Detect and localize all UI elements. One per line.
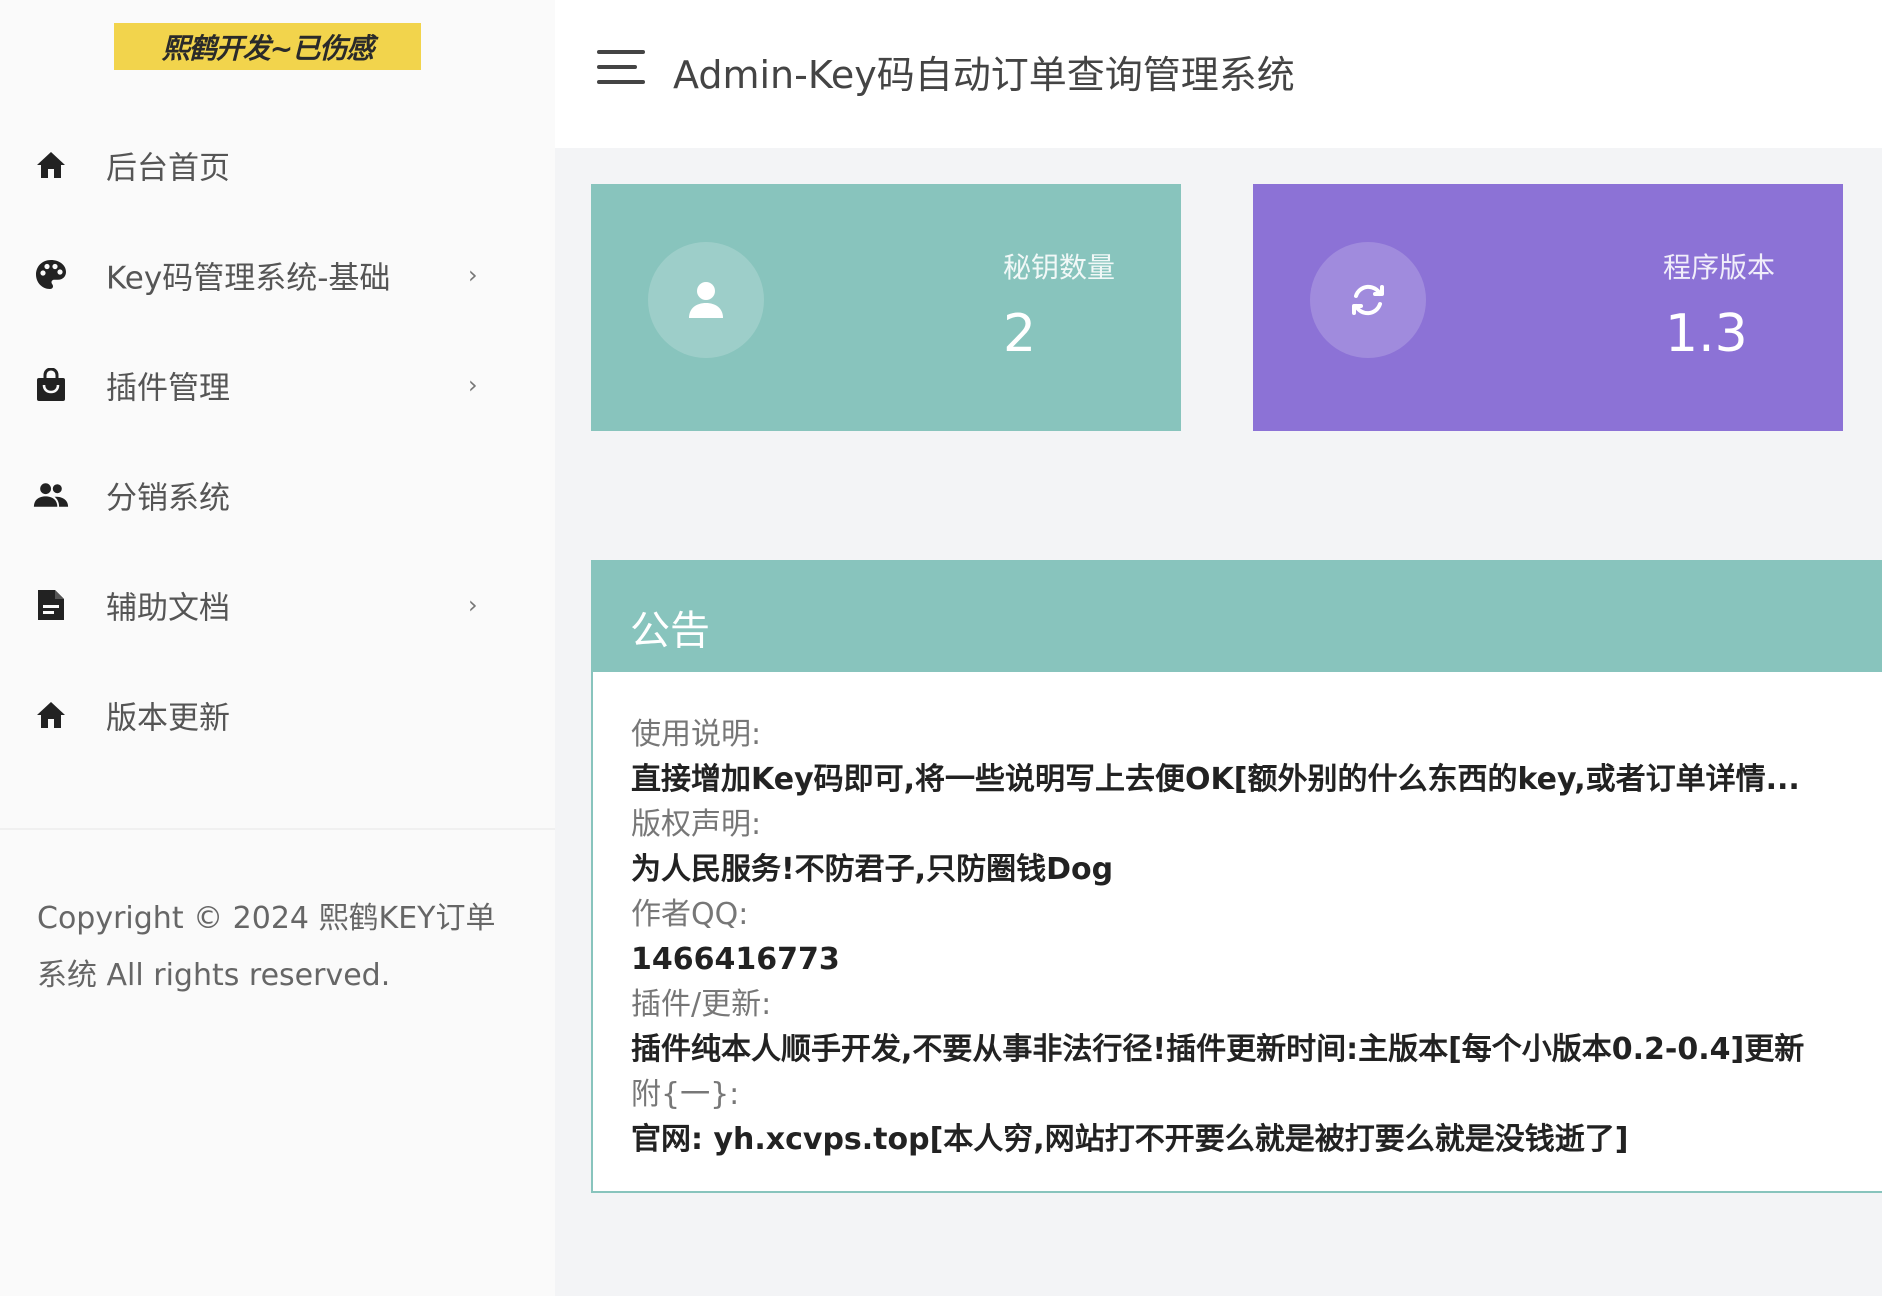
bag-icon [33, 367, 69, 403]
refresh-icon [1310, 242, 1426, 358]
sidebar-item-label: 辅助文档 [106, 590, 230, 627]
notice-entry-value: 为人民服务!不防君子,只防圈钱Dog [631, 852, 1114, 887]
notice-panel: 公告 使用说明: 直接增加Key码即可,将一些说明写上去便OK[额外别的什么东西… [591, 560, 1882, 1193]
sidebar-item-label: 插件管理 [106, 370, 230, 407]
sidebar-item-dashboard[interactable]: 后台首页 [0, 110, 555, 220]
notice-panel-header: 公告 [593, 562, 1882, 672]
sidebar-item-distribution[interactable]: 分销系统 [0, 440, 555, 550]
users-icon [33, 477, 69, 513]
document-icon [33, 587, 69, 623]
notice-entry-label: 版权声明: [631, 807, 762, 842]
chevron-right-icon: › [468, 591, 478, 619]
stat-label: 程序版本 [1663, 251, 1776, 284]
notice-entry-label: 使用说明: [631, 717, 762, 752]
stat-label: 秘钥数量 [1003, 251, 1116, 284]
sidebar-item-plugins[interactable]: 插件管理 › [0, 330, 555, 440]
home-icon [33, 697, 69, 733]
notice-entry-label: 作者QQ: [631, 897, 749, 932]
notice-body: 使用说明: 直接增加Key码即可,将一些说明写上去便OK[额外别的什么东西的ke… [631, 712, 1882, 1162]
sidebar-item-label: 后台首页 [106, 150, 230, 187]
home-icon [33, 147, 69, 183]
sidebar-item-docs[interactable]: 辅助文档 › [0, 550, 555, 660]
stat-value: 2 [1003, 304, 1037, 364]
page-title: Admin-Key码自动订单查询管理系统 [673, 53, 1295, 97]
sidebar-item-label: Key码管理系统-基础 [106, 260, 391, 297]
chevron-right-icon: › [468, 371, 478, 399]
stat-value: 1.3 [1665, 304, 1748, 364]
sidebar-item-label: 分销系统 [106, 480, 230, 517]
stat-card-key-count: 秘钥数量 2 [591, 184, 1181, 431]
notice-title: 公告 [630, 608, 710, 654]
sidebar-item-key-management[interactable]: Key码管理系统-基础 › [0, 220, 555, 330]
copyright-text: Copyright © 2024 熙鹤KEY订单系统 All rights re… [37, 901, 496, 993]
stat-card-version: 程序版本 1.3 [1253, 184, 1843, 431]
logo[interactable]: 熙鹤开发~已伤感 [114, 23, 421, 70]
sidebar-divider [0, 828, 555, 830]
notice-entry-value: 官网: yh.xcvps.top[本人穷,网站打不开要么就是被打要么就是没钱逝了… [631, 1122, 1629, 1157]
notice-entry-label: 附{一}: [631, 1077, 740, 1112]
notice-entry-value: 直接增加Key码即可,将一些说明写上去便OK[额外别的什么东西的key,或者订单… [631, 762, 1800, 797]
sidebar-item-label: 版本更新 [106, 700, 230, 737]
chevron-right-icon: › [468, 261, 478, 289]
top-header: Admin-Key码自动订单查询管理系统 [555, 0, 1882, 148]
palette-icon [33, 257, 69, 293]
sidebar-item-version-update[interactable]: 版本更新 [0, 660, 555, 770]
sidebar: 熙鹤开发~已伤感 后台首页 Key码管理系统-基础 › 插件管理 › 分销系统 … [0, 0, 555, 1296]
menu-toggle-icon[interactable] [597, 50, 645, 84]
sidebar-menu: 后台首页 Key码管理系统-基础 › 插件管理 › 分销系统 辅助文档 › 版本… [0, 110, 555, 770]
user-icon [648, 242, 764, 358]
notice-entry-value: 插件纯本人顺手开发,不要从事非法行径!插件更新时间:主版本[每个小版本0.2-0… [631, 1032, 1805, 1067]
notice-entry-label: 插件/更新: [631, 987, 772, 1022]
notice-entry-value: 1466416773 [631, 942, 840, 977]
